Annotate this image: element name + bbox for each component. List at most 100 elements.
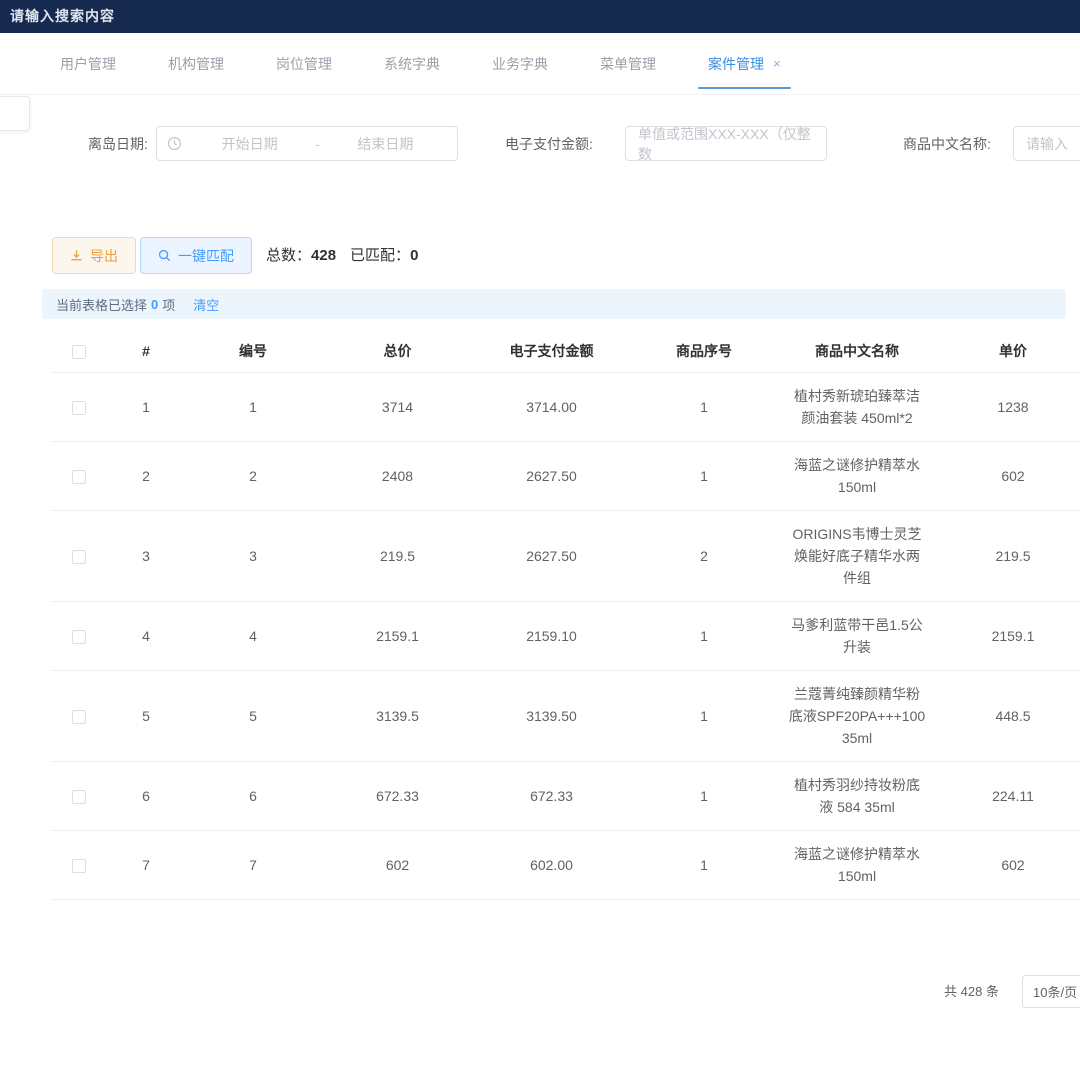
table-row: 77602602.001海蓝之谜修护精萃水 150ml602 [52,830,1080,899]
table-cell: 6 [106,761,186,830]
date-filter-label: 离岛日期: [88,126,148,162]
table-cell: 3714.00 [475,372,628,441]
table-cell: 2159.1 [320,601,475,670]
start-date-input[interactable]: 开始日期 [188,134,311,154]
filter-row: 离岛日期: 开始日期 - 结束日期 电子支付金额: 单值或范围XXX-XXX（仅… [0,126,1080,162]
table-cell: 1 [628,372,780,441]
table-cell: 2 [106,441,186,510]
column-header: 编号 [186,330,320,372]
table-cell: 2 [186,441,320,510]
table-cell: 1238 [934,372,1080,441]
tab-label: 案件管理 [708,54,764,74]
search-icon [158,249,171,262]
table-cell: 224.11 [934,761,1080,830]
amount-input[interactable]: 单值或范围XXX-XXX（仅整数 [625,126,827,161]
product-name-input[interactable]: 请输入 [1013,126,1080,161]
table-cell: 602 [934,830,1080,899]
tab-label: 菜单管理 [600,54,656,74]
table-cell: 602.00 [475,830,628,899]
tab-item[interactable]: 业务字典 [492,33,548,94]
row-checkbox[interactable] [72,630,86,644]
tab-item[interactable]: 案件管理 × [708,33,781,94]
table-cell: 1 [628,441,780,510]
column-header: 单价 [934,330,1080,372]
tab-label: 用户管理 [60,54,116,74]
table-cell: 1 [628,899,780,902]
table-cell: 3714 [320,372,475,441]
table-cell: 1283.18 [320,899,475,902]
page-size-select[interactable]: 10条/页 [1022,975,1080,1008]
table-cell: 2 [628,510,780,601]
product-name-filter-label: 商品中文名称: [903,126,991,162]
table-cell: 7 [106,830,186,899]
table-cell: ORIGINS韦博士灵芝焕能好底子精华水两件组 [780,510,934,601]
matched-value: 0 [410,247,418,264]
pagination-total: 共 428 条 [944,975,999,1008]
selection-count: 0 [151,297,158,312]
matched-label: 已匹配： [350,247,410,264]
download-icon [70,249,83,262]
table-cell: 3139.50 [475,670,628,761]
tab-item[interactable]: 机构管理 [168,33,224,94]
close-icon[interactable]: × [773,57,781,70]
table-cell: 植村秀羽纱持妆粉底液 584 35ml [780,761,934,830]
row-checkbox[interactable] [72,470,86,484]
table-cell: 672.33 [320,761,475,830]
table-row: 66672.33672.331植村秀羽纱持妆粉底液 584 35ml224.11 [52,761,1080,830]
table-cell: 1 [628,761,780,830]
one-key-match-button[interactable]: 一键匹配 [140,237,252,274]
row-checkbox[interactable] [72,859,86,873]
tab-label: 系统字典 [384,54,440,74]
table-cell: 427.73 [934,899,1080,902]
table-header-row: #编号总价电子支付金额商品序号商品中文名称单价 [52,330,1080,372]
row-checkbox[interactable] [72,790,86,804]
table-cell: 5 [106,670,186,761]
table-cell: 1283.18 [475,899,628,902]
table-cell: 602 [934,441,1080,510]
table-cell: 兰蔻菁纯臻颜精华粉底液SPF20PA+++100 35ml [780,670,934,761]
table-cell: 6 [186,761,320,830]
data-table: #编号总价电子支付金额商品序号商品中文名称单价 1137143714.001植村… [52,330,1080,902]
tab-label: 业务字典 [492,54,548,74]
column-header: # [106,330,186,372]
table-row: 33219.52627.502ORIGINS韦博士灵芝焕能好底子精华水两件组21… [52,510,1080,601]
table-cell: 海蓝之谜修护精萃水 150ml [780,830,934,899]
date-range-picker[interactable]: 开始日期 - 结束日期 [156,126,458,161]
table-cell: 1 [628,830,780,899]
column-header: 电子支付金额 [475,330,628,372]
tab-item[interactable]: 菜单管理 [600,33,656,94]
total-label: 总数： [266,247,311,264]
tab-item[interactable]: 系统字典 [384,33,440,94]
table-cell: 2627.50 [475,441,628,510]
table-cell: 海蓝之谜修护精萃水 150ml [780,441,934,510]
table-cell: 2159.1 [934,601,1080,670]
tab-item[interactable]: 用户管理 [60,33,116,94]
global-search-input[interactable]: 请输入搜索内容 [10,6,115,26]
table-cell: 1 [628,601,780,670]
clear-selection-link[interactable]: 清空 [193,295,219,314]
row-checkbox[interactable] [72,550,86,564]
table-row: 2224082627.501海蓝之谜修护精萃水 150ml602 [52,441,1080,510]
select-all-checkbox[interactable] [72,345,86,359]
end-date-input[interactable]: 结束日期 [324,134,447,154]
table-row: 1137143714.001植村秀新琥珀臻萃洁颜油套装 450ml*21238 [52,372,1080,441]
tab-label: 机构管理 [168,54,224,74]
amount-filter-label: 电子支付金额: [505,126,593,162]
date-separator: - [311,136,324,152]
top-navbar: 请输入搜索内容 [0,0,1080,33]
table-cell: 2627.50 [475,510,628,601]
table-cell: 3139.5 [320,670,475,761]
table-cell: 3 [186,510,320,601]
export-button[interactable]: 导出 [52,237,136,274]
table-cell: 卡诗菁纯亮泽经典香氛 [780,899,934,902]
column-header: 商品序号 [628,330,780,372]
row-checkbox[interactable] [72,710,86,724]
table-cell: 219.5 [934,510,1080,601]
tab-item[interactable]: 岗位管理 [276,33,332,94]
selection-suffix: 项 [162,295,175,314]
clock-icon [167,136,182,151]
row-checkbox[interactable] [72,401,86,415]
table-row: 442159.12159.101马爹利蓝带干邑1.5公升装2159.1 [52,601,1080,670]
product-name-placeholder: 请输入 [1026,134,1068,154]
table-cell: 448.5 [934,670,1080,761]
